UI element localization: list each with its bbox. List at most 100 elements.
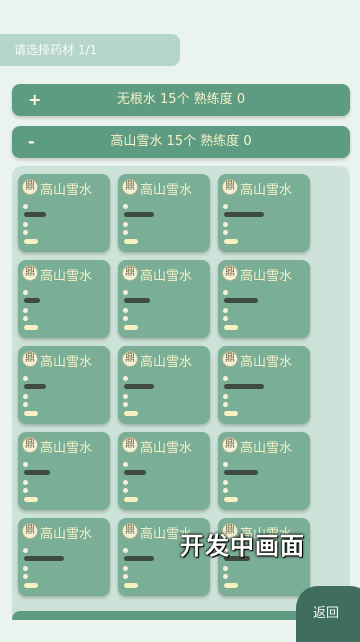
herb-name: 高山雪水 (240, 441, 293, 456)
stat-dot-icon (223, 488, 228, 493)
stat-dot-icon (123, 480, 128, 485)
category-label: 无根水 15个 熟练度 0 (116, 92, 246, 107)
stat-dot-icon (23, 204, 28, 209)
herb-selection-prompt: 请选择药材 1/1 (0, 34, 180, 66)
stat-dot-icon (223, 566, 228, 571)
herb-card[interactable]: 鼎高山雪水 (18, 174, 110, 252)
herb-card[interactable]: 鼎高山雪水 (118, 346, 210, 424)
stat-dot-icon (223, 230, 228, 235)
quality-bar (124, 411, 138, 416)
herb-card[interactable]: 鼎高山雪水 (118, 260, 210, 338)
herb-card[interactable]: 鼎高山雪水 (118, 174, 210, 252)
stat-dot-icon (23, 394, 28, 399)
stat-dot-icon (23, 290, 28, 295)
herb-card[interactable]: 鼎高山雪水 (18, 518, 110, 596)
herb-card[interactable]: 鼎高山雪水 (118, 432, 210, 510)
next-category-bar[interactable] (12, 611, 302, 620)
stat-dot-icon (123, 488, 128, 493)
quality-bar (24, 325, 38, 330)
stat-dot-icon (223, 222, 228, 227)
stat-dot-icon (23, 566, 28, 571)
stat-dot-icon (223, 290, 228, 295)
stat-dot-icon (123, 462, 128, 467)
stat-dot-icon (123, 230, 128, 235)
herb-name: 高山雪水 (240, 183, 293, 198)
stat-dot-icon (223, 376, 228, 381)
herb-name: 高山雪水 (40, 269, 93, 284)
stat-dot-icon (23, 308, 28, 313)
stat-dot-icon (23, 222, 28, 227)
stat-dot-icon (23, 548, 28, 553)
herb-name: 高山雪水 (40, 527, 93, 542)
stat-bar (24, 470, 50, 475)
herb-seal-icon: 鼎 (22, 437, 38, 453)
quality-bar (224, 239, 238, 244)
expand-icon: + (28, 90, 42, 109)
back-button[interactable]: 返回 (296, 586, 360, 642)
stat-dot-icon (23, 316, 28, 321)
quality-bar (124, 497, 138, 502)
stat-dot-icon (223, 394, 228, 399)
herb-seal-icon: 鼎 (122, 437, 138, 453)
stat-dot-icon (123, 402, 128, 407)
stat-dot-icon (223, 204, 228, 209)
quality-bar (24, 239, 38, 244)
stat-bar (124, 470, 146, 475)
stat-dot-icon (23, 230, 28, 235)
quality-bar (124, 325, 138, 330)
stat-bar (24, 556, 64, 561)
stat-dot-icon (123, 394, 128, 399)
herb-seal-icon: 鼎 (122, 351, 138, 367)
stat-dot-icon (23, 402, 28, 407)
herb-card[interactable]: 鼎高山雪水 (218, 346, 310, 424)
herb-name: 高山雪水 (40, 355, 93, 370)
stat-dot-icon (123, 376, 128, 381)
stat-bar (24, 212, 46, 217)
stat-dot-icon (123, 308, 128, 313)
herb-card[interactable]: 鼎高山雪水 (18, 346, 110, 424)
collapse-icon: - (28, 132, 35, 151)
quality-bar (224, 411, 238, 416)
herb-seal-icon: 鼎 (22, 351, 38, 367)
stat-dot-icon (223, 462, 228, 467)
dev-overlay-text: 开发中画面 (180, 532, 305, 560)
quality-bar (24, 583, 38, 588)
herb-name: 高山雪水 (40, 441, 93, 456)
stat-dot-icon (223, 308, 228, 313)
quality-bar (224, 325, 238, 330)
stat-dot-icon (23, 574, 28, 579)
herb-name: 高山雪水 (140, 269, 193, 284)
stat-dot-icon (123, 566, 128, 571)
stat-dot-icon (123, 316, 128, 321)
stat-bar (124, 384, 154, 389)
stat-bar (24, 298, 40, 303)
herb-card[interactable]: 鼎高山雪水 (218, 432, 310, 510)
category-bar-gaoshanxueshui[interactable]: - 高山雪水 15个 熟练度 0 (12, 126, 350, 158)
herb-name: 高山雪水 (140, 183, 193, 198)
stat-bar (124, 556, 154, 561)
quality-bar (24, 497, 38, 502)
herb-seal-icon: 鼎 (122, 265, 138, 281)
herb-card[interactable]: 鼎高山雪水 (18, 260, 110, 338)
herb-card[interactable]: 鼎高山雪水 (218, 174, 310, 252)
stat-dot-icon (223, 480, 228, 485)
quality-bar (224, 497, 238, 502)
category-label: 高山雪水 15个 熟练度 0 (110, 134, 252, 149)
herb-name: 高山雪水 (40, 183, 93, 198)
herb-seal-icon: 鼎 (222, 351, 238, 367)
herb-card[interactable]: 鼎高山雪水 (218, 260, 310, 338)
herb-seal-icon: 鼎 (222, 179, 238, 195)
herb-seal-icon: 鼎 (22, 523, 38, 539)
stat-bar (124, 298, 150, 303)
stat-dot-icon (223, 574, 228, 579)
category-bar-wugenshui[interactable]: + 无根水 15个 熟练度 0 (12, 84, 350, 116)
stat-bar (224, 298, 258, 303)
quality-bar (24, 411, 38, 416)
herb-card[interactable]: 鼎高山雪水 (18, 432, 110, 510)
stat-bar (224, 384, 264, 389)
stat-bar (124, 212, 154, 217)
herb-name: 高山雪水 (140, 355, 193, 370)
herb-seal-icon: 鼎 (122, 523, 138, 539)
stat-dot-icon (123, 222, 128, 227)
quality-bar (124, 239, 138, 244)
